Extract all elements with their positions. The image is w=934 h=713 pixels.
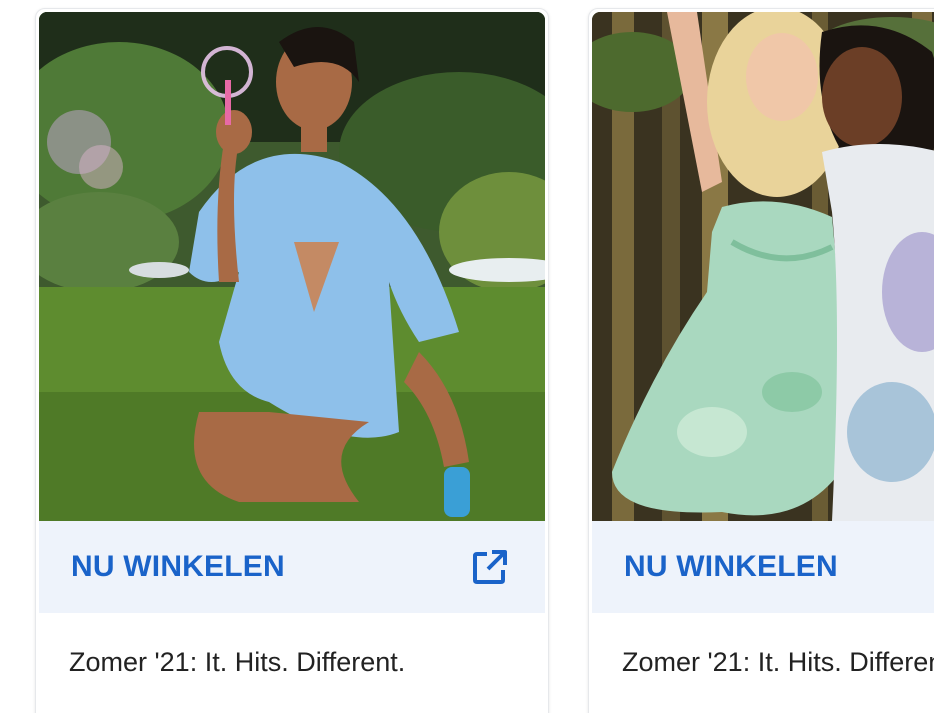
product-image[interactable] (592, 12, 934, 521)
shop-now-link[interactable]: NU WINKELEN (39, 521, 545, 613)
product-card[interactable]: NU WINKELEN Zomer '21: It. Hits. Differe… (35, 8, 549, 713)
product-photo-illustration (592, 12, 934, 521)
product-photo-illustration (39, 12, 545, 521)
card-caption: Zomer '21: It. Hits. Different. (622, 647, 934, 677)
external-link-icon (471, 548, 509, 586)
shop-now-label: NU WINKELEN (624, 550, 838, 583)
shop-now-label: NU WINKELEN (71, 550, 285, 583)
card-caption: Zomer '21: It. Hits. Different. (69, 647, 406, 677)
shop-now-link[interactable]: NU WINKELEN (592, 521, 934, 613)
product-carousel: NU WINKELEN Zomer '21: It. Hits. Differe… (0, 0, 934, 713)
product-card[interactable]: NU WINKELEN Zomer '21: It. Hits. Differe… (588, 8, 934, 713)
product-image[interactable] (39, 12, 545, 521)
